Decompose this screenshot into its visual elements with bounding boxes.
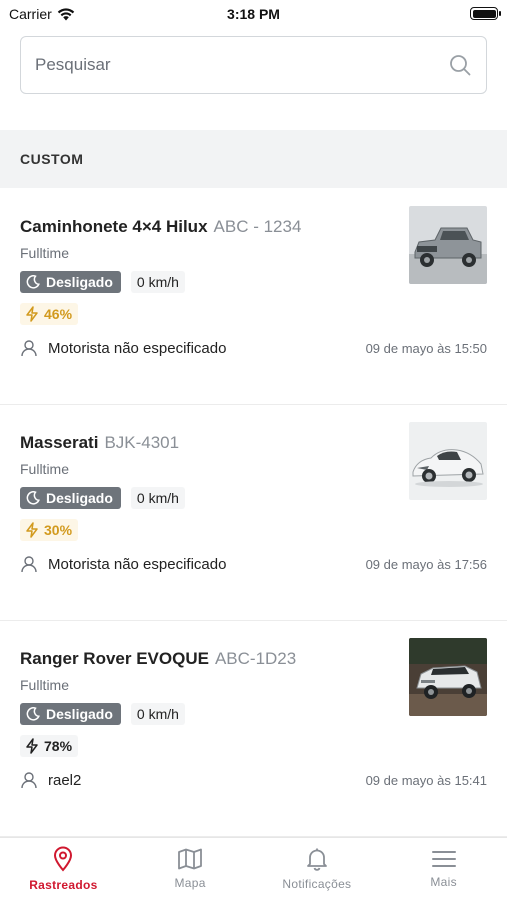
search-input[interactable] xyxy=(35,55,448,75)
last-update-time: 09 de mayo às 15:50 xyxy=(365,341,487,356)
battery-icon xyxy=(470,7,501,20)
vehicle-mode: Fulltime xyxy=(20,245,70,261)
driver-name: Motorista não especificado xyxy=(48,555,227,573)
last-update-time: 09 de mayo às 15:41 xyxy=(365,773,487,788)
vehicle-thumbnail xyxy=(409,422,487,500)
vehicle-mode: Fulltime xyxy=(20,677,70,693)
vehicle-mode: Fulltime xyxy=(20,461,70,477)
tab-label: Notificações xyxy=(282,877,352,891)
driver-info: rael2 xyxy=(20,771,81,789)
user-icon xyxy=(21,556,37,573)
tab-label: Rastreados xyxy=(29,878,98,892)
driver-name: Motorista não especificado xyxy=(48,339,227,357)
status-bar: Carrier 3:18 PM xyxy=(0,0,507,28)
status-badge: Desligado xyxy=(20,703,121,725)
vehicle-card[interactable]: Caminhonete 4×4 Hilux ABC - 1234 Fulltime… xyxy=(0,189,507,405)
last-update-time: 09 de mayo às 17:56 xyxy=(365,557,487,572)
driver-info: Motorista não especificado xyxy=(20,555,226,573)
vehicle-plate: BJK-4301 xyxy=(104,433,180,452)
status-label: Desligado xyxy=(46,274,113,290)
speed-badge: 0 km/h xyxy=(130,487,185,509)
status-badge: Desligado xyxy=(20,271,121,293)
vehicle-badges: Desligado 0 km/h xyxy=(20,271,185,293)
vehicle-name: Caminhonete 4×4 Hilux xyxy=(20,217,208,236)
search-icon[interactable] xyxy=(448,53,472,77)
moon-icon xyxy=(26,707,40,721)
status-label: Desligado xyxy=(46,490,113,506)
lightning-icon xyxy=(26,738,38,754)
tab-rastreados[interactable]: Rastreados xyxy=(0,838,127,900)
vehicle-plate: ABC - 1234 xyxy=(213,217,302,236)
tab-mais[interactable]: Mais xyxy=(380,838,507,900)
section-header: CUSTOM xyxy=(0,130,507,188)
vehicle-thumbnail xyxy=(409,206,487,284)
vehicle-badges: Desligado 0 km/h xyxy=(20,487,185,509)
vehicle-name: Ranger Rover EVOQUE xyxy=(20,649,209,668)
battery-level-badge: 46% xyxy=(20,303,79,325)
driver-info: Motorista não especificado xyxy=(20,339,226,357)
bell-icon xyxy=(306,848,327,871)
tab-label: Mapa xyxy=(174,876,206,890)
tab-mapa[interactable]: Mapa xyxy=(127,838,254,900)
speed-badge: 0 km/h xyxy=(130,703,185,725)
vehicle-name: Masserati xyxy=(20,433,99,452)
battery-level: 46% xyxy=(44,306,73,322)
vehicle-plate: ABC-1D23 xyxy=(214,649,297,668)
vehicle-card[interactable]: Masserati BJK-4301 Fulltime Desligado 0 k… xyxy=(0,405,507,621)
vehicle-card[interactable]: Ranger Rover EVOQUE ABC-1D23 Fulltime Des… xyxy=(0,621,507,837)
battery-level-badge: 30% xyxy=(20,519,79,541)
status-badge: Desligado xyxy=(20,487,121,509)
bottom-tab-bar: Rastreados Mapa Notificações Mais xyxy=(0,837,507,900)
tab-label: Mais xyxy=(430,875,457,889)
moon-icon xyxy=(26,491,40,505)
battery-level: 78% xyxy=(44,738,73,754)
search-box[interactable] xyxy=(20,36,487,94)
vehicle-title: Masserati BJK-4301 xyxy=(20,433,179,453)
vehicle-thumbnail xyxy=(409,638,487,716)
map-pin-icon xyxy=(54,846,73,872)
battery-level-badge: 78% xyxy=(20,735,79,757)
vehicle-title: Ranger Rover EVOQUE ABC-1D23 xyxy=(20,649,296,669)
vehicle-title: Caminhonete 4×4 Hilux ABC - 1234 xyxy=(20,217,301,237)
user-icon xyxy=(21,772,37,789)
status-label: Desligado xyxy=(46,706,113,722)
driver-name: rael2 xyxy=(48,771,82,789)
map-icon xyxy=(178,848,203,870)
lightning-icon xyxy=(26,522,38,538)
speed-badge: 0 km/h xyxy=(130,271,185,293)
user-icon xyxy=(21,340,37,357)
moon-icon xyxy=(26,275,40,289)
menu-icon xyxy=(431,851,456,867)
lightning-icon xyxy=(26,306,38,322)
battery-level: 30% xyxy=(44,522,73,538)
vehicle-badges: Desligado 0 km/h xyxy=(20,703,185,725)
status-time: 3:18 PM xyxy=(227,6,280,22)
tab-notificacoes[interactable]: Notificações xyxy=(254,838,381,900)
